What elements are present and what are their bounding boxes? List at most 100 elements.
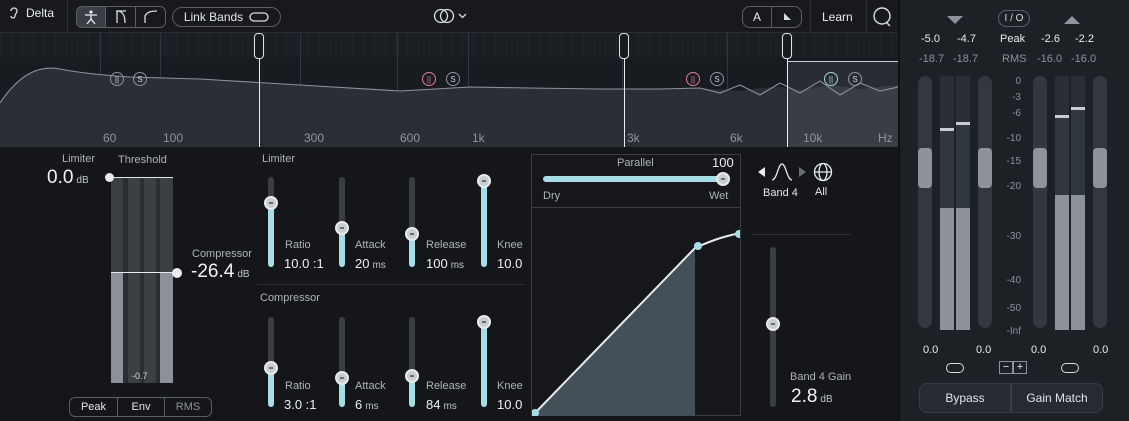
compressor-ratio-value[interactable]: 3.0 :1	[284, 397, 317, 412]
limiter-unit: dB	[76, 175, 89, 186]
parallel-slider-knob[interactable]	[716, 172, 730, 186]
limiter-attack-label: Attack	[355, 239, 386, 251]
band2-bypass-icon[interactable]: ||	[422, 72, 436, 86]
crossover-handle-1[interactable]	[254, 33, 264, 59]
learn-button[interactable]: Learn	[822, 10, 853, 24]
compressor-threshold-value[interactable]: -26.4	[191, 261, 234, 283]
band-gain-value[interactable]: 2.8	[791, 386, 817, 408]
parallel-slider[interactable]	[543, 176, 729, 182]
output-gain-fader[interactable]	[1033, 76, 1047, 328]
freq-label: 600	[400, 131, 421, 145]
compressor-section-label: Compressor	[260, 292, 320, 304]
band1-bypass-icon[interactable]: ||	[110, 72, 124, 86]
limiter-knee-value[interactable]: 10.0	[497, 256, 522, 271]
band1-solo-icon[interactable]: S	[133, 72, 147, 86]
curve-knee-icon	[143, 10, 157, 23]
mode-analog-button[interactable]	[106, 6, 136, 28]
parallel-value[interactable]: 100	[712, 155, 734, 170]
compressor-knee-label: Knee	[497, 380, 523, 392]
tab-peak[interactable]: Peak	[70, 398, 117, 416]
limiter-ratio-value[interactable]: 10.0 :1	[284, 256, 324, 271]
band-gain-slider[interactable]	[766, 317, 780, 331]
freq-label: 100	[163, 131, 184, 145]
crossover-handle-3[interactable]	[782, 33, 792, 59]
band3-solo-icon[interactable]: S	[710, 72, 724, 86]
limiter-release-value[interactable]: 100	[426, 256, 448, 271]
transfer-curve-graph[interactable]	[532, 208, 740, 416]
bypass-button[interactable]: Bypass	[919, 383, 1011, 413]
gain-match-button[interactable]: Gain Match	[1011, 383, 1103, 413]
input-gain-fader[interactable]	[918, 76, 932, 328]
threshold-meter[interactable]: -0.7	[111, 177, 173, 383]
compressor-attack-slider[interactable]	[335, 371, 349, 385]
link-icon	[249, 12, 269, 22]
crossover-handle-2[interactable]	[619, 33, 629, 59]
compressor-ratio-slider[interactable]	[264, 361, 278, 375]
scale-tick: -20	[1006, 181, 1021, 192]
limiter-release-unit: ms	[450, 260, 465, 271]
input-rms-left: -18.7	[919, 53, 945, 65]
input-link-icon[interactable]	[946, 363, 964, 373]
delta-label: Delta	[26, 6, 55, 20]
limiter-knee-slider[interactable]	[477, 174, 491, 188]
spectrum-curve	[0, 67, 898, 147]
link-bands-label: Link Bands	[183, 10, 244, 24]
mode-vintage-button[interactable]	[76, 6, 106, 28]
ab-a-button[interactable]: A	[742, 6, 772, 28]
limiter-release-slider[interactable]	[405, 227, 419, 241]
input-peak-left: -5.0	[921, 33, 940, 45]
limiter-release-label: Release	[426, 239, 467, 251]
input-meter-triangle-icon	[947, 16, 963, 24]
band-gain-label: Band 4 Gain	[790, 371, 852, 383]
output-trim-fader[interactable]	[1093, 76, 1107, 328]
scale-tick: -30	[1006, 231, 1021, 242]
all-bands-label[interactable]: All	[815, 186, 827, 198]
gain-increment-button[interactable]: +	[1013, 361, 1027, 374]
delta-button[interactable]: Delta	[8, 6, 54, 20]
prev-band-icon[interactable]	[758, 167, 766, 177]
input-gain-readout: 0.0	[923, 344, 939, 356]
stick-figure-icon	[85, 10, 97, 25]
transfer-curve-panel: Parallel 100 Dry Wet	[531, 154, 741, 416]
limiter-threshold-value[interactable]: 0.0	[47, 167, 73, 189]
input-trim-fader[interactable]	[978, 76, 992, 328]
link-bands-button[interactable]: Link Bands	[172, 7, 281, 27]
compressor-ratio-label: Ratio	[285, 380, 311, 392]
output-link-icon[interactable]	[1061, 363, 1079, 373]
compressor-knee-value[interactable]: 10.0	[497, 397, 522, 412]
input-peak-right: -4.7	[957, 33, 976, 45]
compressor-release-value[interactable]: 84	[426, 397, 440, 412]
peak-label: Peak	[1000, 33, 1026, 45]
limiter-attack-slider[interactable]	[335, 221, 349, 235]
band4-bypass-icon[interactable]: ||	[824, 72, 838, 86]
output-meter-triangle-icon	[1064, 16, 1080, 24]
next-band-icon[interactable]	[798, 167, 806, 177]
spectrum-display[interactable]: || S || S || S || S 60 100 300 600 1k 3k…	[0, 33, 898, 147]
parallel-label: Parallel	[617, 157, 654, 169]
stereo-mode-button[interactable]	[433, 7, 467, 25]
limiter-ratio-slider[interactable]	[264, 196, 278, 210]
output-rms-left: -16.0	[1037, 53, 1063, 65]
input-rms-right: -18.7	[953, 53, 979, 65]
mode-digital-button[interactable]	[136, 6, 166, 28]
ab-copy-button[interactable]	[772, 6, 802, 28]
band4-solo-icon[interactable]: S	[848, 72, 862, 86]
gain-decrement-button[interactable]: −	[999, 361, 1013, 374]
tab-rms[interactable]: RMS	[164, 398, 211, 416]
compressor-attack-value[interactable]: 6	[355, 397, 362, 412]
band3-bypass-icon[interactable]: ||	[686, 72, 700, 86]
limiter-ratio-label: Ratio	[285, 239, 311, 251]
compressor-threshold-knob[interactable]	[172, 268, 182, 278]
compressor-knee-slider[interactable]	[477, 315, 491, 329]
limiter-threshold-knob[interactable]	[105, 173, 114, 182]
globe-icon[interactable]	[813, 162, 833, 182]
io-link-button[interactable]: I / O	[998, 10, 1030, 27]
band2-solo-icon[interactable]: S	[446, 72, 460, 86]
limiter-attack-value[interactable]: 20	[355, 256, 369, 271]
compressor-release-slider[interactable]	[405, 369, 419, 383]
history-icon[interactable]	[872, 6, 892, 28]
scale-tick: 0	[1015, 76, 1021, 87]
stereo-circles-icon	[433, 8, 455, 24]
threshold-label: Threshold	[118, 154, 167, 166]
tab-env[interactable]: Env	[117, 398, 164, 416]
